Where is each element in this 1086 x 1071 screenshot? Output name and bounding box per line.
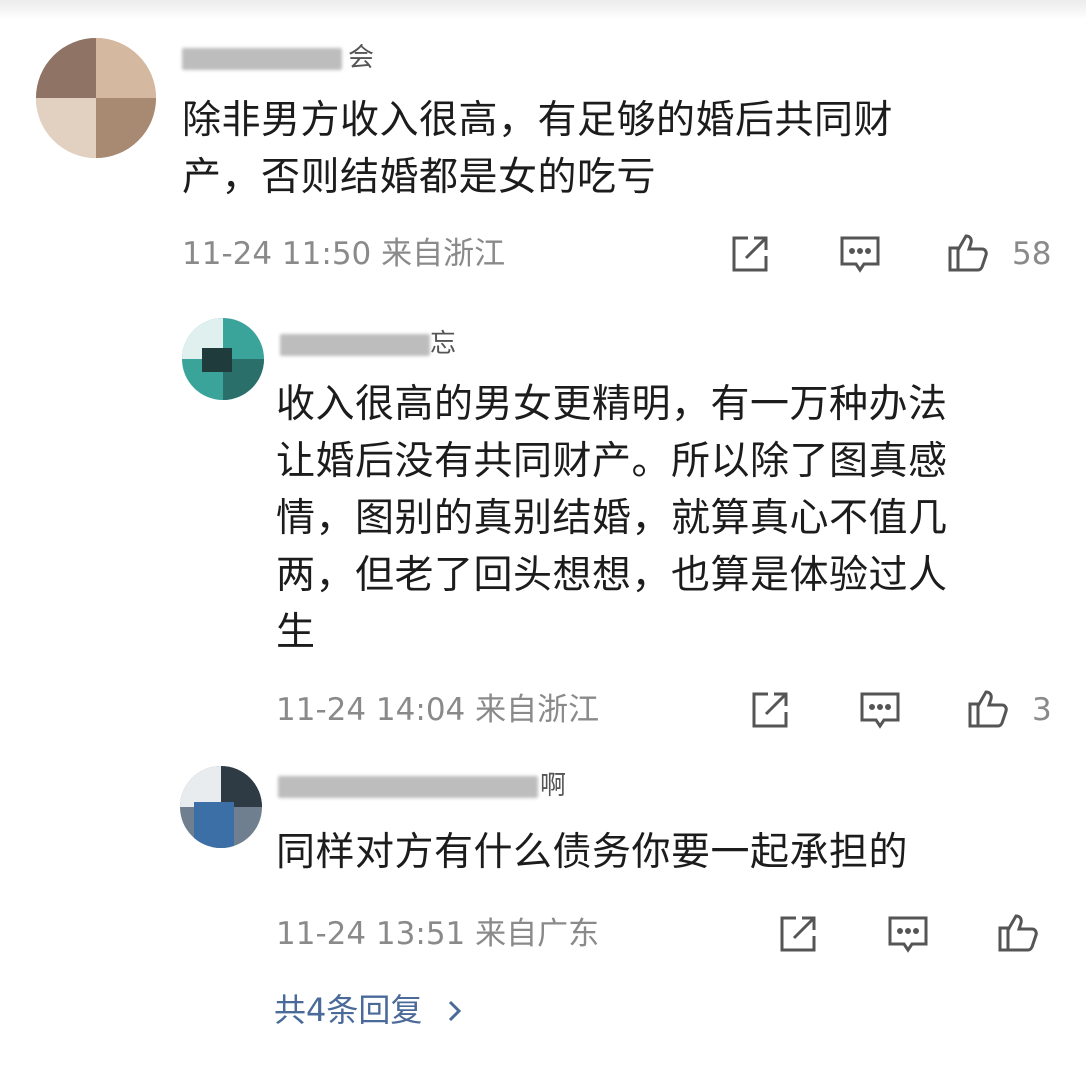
- comment-text: 除非男方收入很高，有足够的婚后共同财 产，否则结婚都是女的吃亏: [182, 98, 894, 200]
- like-icon[interactable]: [996, 910, 1040, 954]
- username[interactable]: 啊: [278, 770, 578, 802]
- share-icon[interactable]: [748, 688, 792, 732]
- comment-icon[interactable]: [858, 688, 902, 732]
- top-edge: [0, 0, 1086, 20]
- like-icon[interactable]: [946, 230, 990, 274]
- comment-icon[interactable]: [886, 912, 930, 956]
- comment-text: 同样对方有什么债务你要一起承担的: [276, 830, 909, 875]
- avatar[interactable]: [36, 38, 156, 158]
- comment-timestamp: 11-24 13:51 来自广东: [276, 916, 600, 952]
- username[interactable]: 会: [182, 42, 422, 74]
- share-icon[interactable]: [776, 912, 820, 956]
- like-count: 3: [1032, 692, 1052, 728]
- like-count: 58: [1012, 236, 1052, 272]
- share-icon[interactable]: [728, 232, 772, 276]
- comment-timestamp: 11-24 11:50 来自浙江: [182, 236, 506, 272]
- comment-text: 收入很高的男女更精明，有一万种办法 让婚后没有共同财产。所以除了图真感 情，图别…: [276, 382, 948, 655]
- avatar[interactable]: [182, 318, 264, 400]
- username[interactable]: 忘: [280, 328, 480, 360]
- view-all-replies-link[interactable]: 共4条回复: [274, 988, 463, 1032]
- like-icon[interactable]: [966, 686, 1010, 730]
- comment-icon[interactable]: [838, 232, 882, 276]
- comment-timestamp: 11-24 14:04 来自浙江: [276, 692, 600, 728]
- chevron-right-icon: [448, 1000, 461, 1022]
- avatar[interactable]: [180, 766, 262, 848]
- replies-count-label: 共4条回复: [274, 991, 423, 1029]
